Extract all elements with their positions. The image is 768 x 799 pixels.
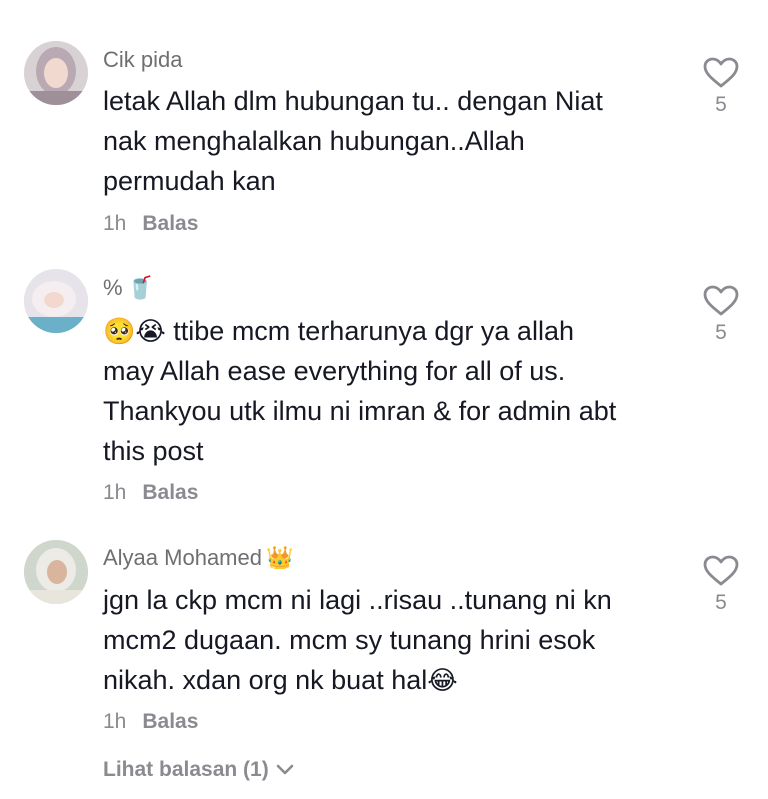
like-button[interactable]: 5: [698, 555, 744, 615]
comment-line: mcm2 dugaan. mcm sy tunang hrini esok: [103, 625, 596, 655]
avatar[interactable]: [24, 41, 88, 105]
comment-line: nak menghalalkan hubungan..Allah: [103, 126, 525, 156]
comment-line: permudah kan: [103, 166, 276, 196]
username-text[interactable]: Cik pida: [103, 47, 182, 72]
chevron-down-icon[interactable]: [275, 763, 295, 777]
comment-line: Thankyou utk ilmu ni imran & for admin a…: [103, 396, 617, 426]
like-count: 5: [715, 591, 727, 614]
reply-button[interactable]: Balas: [142, 212, 198, 235]
heart-outline-icon[interactable]: [703, 285, 739, 317]
comment-line: jgn la ckp mcm ni lagi ..risau ..tunang …: [103, 585, 612, 615]
comment-username[interactable]: Cik pida: [103, 47, 182, 73]
reply-button[interactable]: Balas: [142, 481, 198, 504]
comment-text: 🥺😭 ttibe mcm terharunya dgr ya allah may…: [103, 311, 693, 471]
heart-outline-icon[interactable]: [703, 57, 739, 89]
comment-meta: 1h Balas: [103, 481, 198, 505]
comment-text: letak Allah dlm hubungan tu.. dengan Nia…: [103, 81, 693, 201]
like-button[interactable]: 5: [698, 57, 744, 117]
like-button[interactable]: 5: [698, 285, 744, 345]
username-text[interactable]: %: [103, 275, 123, 300]
comment-line-text: ttibe mcm terharunya dgr ya allah: [173, 316, 574, 346]
comment-meta: 1h Balas: [103, 212, 198, 236]
like-count: 5: [715, 321, 727, 344]
comment-meta: 1h Balas: [103, 710, 198, 734]
comment-line: letak Allah dlm hubungan tu.. dengan Nia…: [103, 86, 603, 116]
comment-line: may Allah ease everything for all of us.: [103, 356, 566, 386]
reply-button[interactable]: Balas: [142, 710, 198, 733]
comment-time: 1h: [103, 212, 127, 235]
comment-text: jgn la ckp mcm ni lagi ..risau ..tunang …: [103, 580, 693, 700]
heart-outline-icon[interactable]: [703, 555, 739, 587]
like-count: 5: [715, 93, 727, 116]
cup-emoji: 🥤: [126, 275, 154, 300]
username-text[interactable]: Alyaa Mohamed: [103, 545, 262, 570]
comment-time: 1h: [103, 481, 127, 504]
view-replies-button[interactable]: Lihat balasan (1): [103, 758, 295, 782]
avatar-image: [24, 269, 88, 333]
comment-line-text: nikah. xdan org nk buat hal: [103, 665, 428, 695]
comment-line: 🥺😭 ttibe mcm terharunya dgr ya allah: [103, 311, 693, 351]
pleading-crying-emoji: 🥺😭: [103, 316, 166, 346]
comment-line: this post: [103, 436, 204, 466]
avatar-image: [24, 540, 88, 604]
laughing-emoji: 😂: [427, 665, 458, 695]
view-replies-label[interactable]: Lihat balasan (1): [103, 758, 269, 782]
comment-username[interactable]: % 🥤: [103, 275, 154, 301]
comment-line: nikah. xdan org nk buat hal😂: [103, 660, 693, 700]
crown-emoji: 👑: [265, 545, 294, 570]
avatar[interactable]: [24, 269, 88, 333]
comment-username[interactable]: Alyaa Mohamed 👑: [103, 545, 293, 571]
comment-time: 1h: [103, 710, 127, 733]
avatar[interactable]: [24, 540, 88, 604]
avatar-image: [24, 41, 88, 105]
